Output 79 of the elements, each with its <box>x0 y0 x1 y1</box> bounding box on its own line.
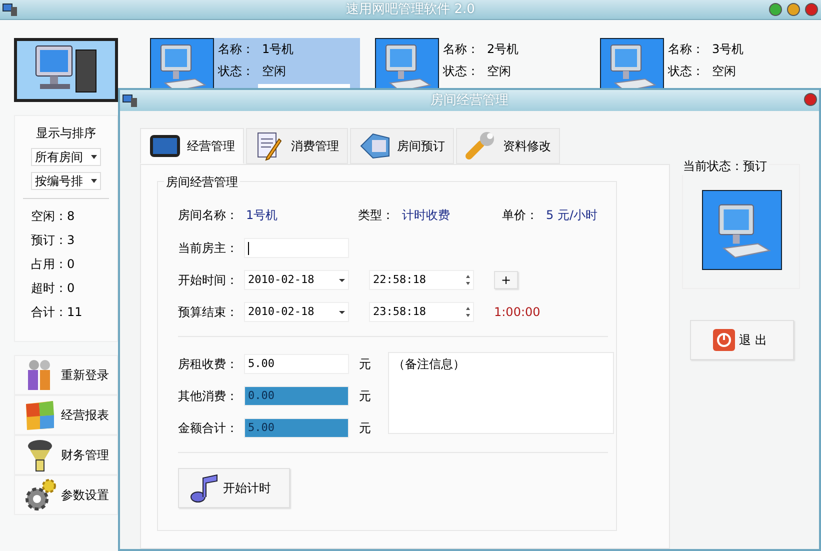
spin-arrows-icon <box>466 275 470 285</box>
field-label: 金额合计： <box>178 420 238 437</box>
gears-icon <box>23 478 57 512</box>
field-label: 名称： <box>218 41 254 58</box>
stat-text: 超时：0 <box>31 280 76 297</box>
room-name: 1号机 <box>262 41 294 58</box>
maximize-button[interactable] <box>787 3 800 16</box>
exit-button[interactable]: 退 出 <box>690 320 794 360</box>
tab[interactable]: 经营管理 <box>140 128 244 164</box>
stat-text: 空闲：8 <box>31 208 76 225</box>
time-spinner[interactable]: 23:58:18 <box>369 302 474 322</box>
start-timer-button[interactable]: 开始计时 <box>178 468 290 508</box>
room-status: 空闲 <box>487 63 511 80</box>
room-name: 3号机 <box>712 41 744 58</box>
field-label: 名称： <box>443 41 479 58</box>
computer-button[interactable] <box>14 38 118 102</box>
stat-text: 合计：11 <box>31 304 84 321</box>
field-label: 状态： <box>668 63 704 80</box>
nav-button[interactable]: 经营报表 <box>14 395 118 435</box>
nav-button[interactable]: 重新登录 <box>14 355 118 395</box>
amount-field[interactable]: 0.00 <box>244 386 349 406</box>
field-label: 当前房主： <box>178 240 238 257</box>
notes-field[interactable]: （备注信息） <box>388 352 614 434</box>
field-label: 名称： <box>668 41 704 58</box>
field-label: 预算结束： <box>178 304 238 321</box>
field-label: 单价： <box>502 207 538 224</box>
nav-button[interactable]: 参数设置 <box>14 475 118 515</box>
field-label: 状态： <box>218 63 254 80</box>
app-icon <box>2 3 18 17</box>
room-status: 空闲 <box>262 63 286 80</box>
window-title: 速用网吧管理软件 2.0 <box>346 2 475 17</box>
owner-input[interactable] <box>244 238 349 258</box>
tab[interactable]: 房间预订 <box>350 128 454 164</box>
app-icon <box>122 94 138 108</box>
field-label: 房租收费： <box>178 356 238 373</box>
unit-label: 元 <box>359 356 371 373</box>
dropdown-arrow-icon <box>339 278 345 284</box>
tab[interactable]: 消费管理 <box>246 128 348 164</box>
field-value: 5 元/小时 <box>546 207 598 224</box>
minimize-button[interactable] <box>769 3 782 16</box>
field-label: 开始时间： <box>178 272 238 289</box>
dropdown-arrow-icon <box>339 310 345 316</box>
spin-arrows-icon <box>466 307 470 317</box>
sort-title: 显示与排序 <box>36 126 96 140</box>
add-button[interactable]: + <box>494 271 518 289</box>
field-value: 1号机 <box>246 207 279 224</box>
time-spinner[interactable]: 22:58:18 <box>369 270 474 290</box>
tab[interactable]: 资料修改 <box>456 128 560 164</box>
close-button[interactable] <box>804 93 817 106</box>
music-note-icon <box>189 472 219 504</box>
screen-icon <box>149 133 181 159</box>
amount-field[interactable]: 5.00 <box>244 418 349 438</box>
amount-field[interactable]: 5.00 <box>244 354 349 374</box>
close-button[interactable] <box>805 3 818 16</box>
unit-label: 元 <box>359 388 371 405</box>
status-label: 当前状态：预订 <box>681 157 769 175</box>
field-value: 计时收费 <box>402 207 451 224</box>
field-label: 类型： <box>358 207 394 224</box>
duration-text: 1:00:00 <box>494 304 540 321</box>
stat-text: 占用：0 <box>31 256 76 273</box>
id-card-icon <box>359 132 391 160</box>
group-title: 房间经营管理 <box>164 173 240 191</box>
date-picker[interactable]: 2010-02-18 <box>244 270 349 290</box>
dialog-title: 房间经营管理 <box>430 93 508 108</box>
filter-dropdown[interactable]: 所有房间 <box>31 148 101 166</box>
puzzle-icon <box>23 398 57 432</box>
stat-text: 预订：3 <box>31 232 76 249</box>
computer-icon <box>702 190 782 270</box>
field-label: 房间名称： <box>178 207 238 224</box>
field-label: 其他消费： <box>178 388 238 405</box>
room-name: 2号机 <box>487 41 519 58</box>
field-label: 状态： <box>443 63 479 80</box>
wrench-icon <box>465 130 497 162</box>
nav-button[interactable]: 财务管理 <box>14 435 118 475</box>
filter-dropdown[interactable]: 按编号排 <box>31 172 101 190</box>
power-icon <box>713 329 735 351</box>
date-picker[interactable]: 2010-02-18 <box>244 302 349 322</box>
room-status: 空闲 <box>712 63 736 80</box>
unit-label: 元 <box>359 420 371 437</box>
